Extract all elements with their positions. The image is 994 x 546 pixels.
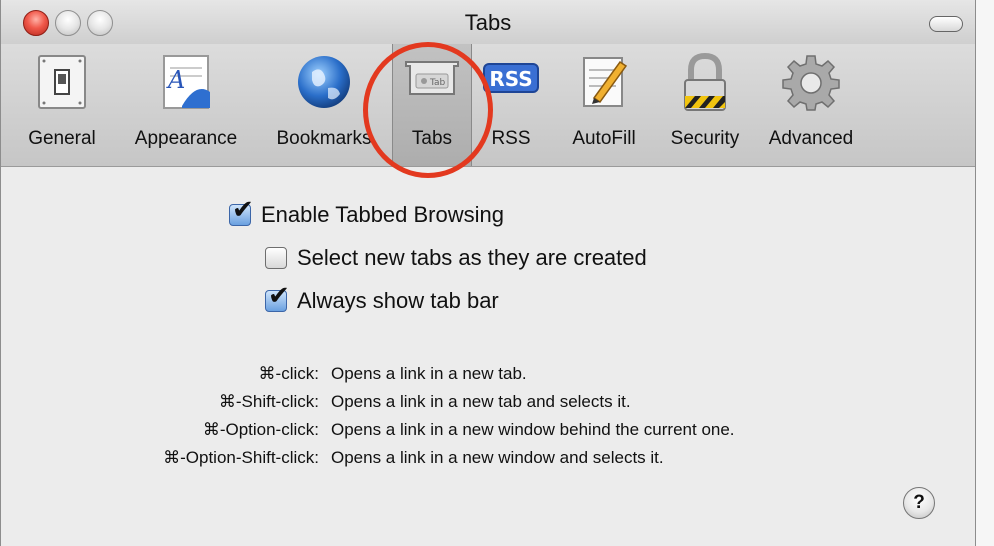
shortcut-description: Opens a link in a new window and selects… xyxy=(331,448,664,467)
tab-bookmarks-label: Bookmarks xyxy=(276,128,372,149)
tab-appearance-label: Appearance xyxy=(134,128,238,149)
tab-icon: Tab xyxy=(405,61,459,95)
preferences-toolbar: General A Appearance Bookmarks Tab Tabs … xyxy=(1,44,975,167)
gear-icon xyxy=(782,55,840,111)
pencil-form-icon xyxy=(583,57,628,107)
enable-tabbed-browsing-row[interactable]: ✔ Enable Tabbed Browsing xyxy=(229,197,504,229)
enable-tabbed-browsing-label: Enable Tabbed Browsing xyxy=(261,202,504,227)
help-button[interactable]: ? xyxy=(903,487,935,519)
globe-icon xyxy=(298,56,350,108)
tab-security[interactable]: Security xyxy=(655,44,755,166)
tab-advanced-label: Advanced xyxy=(768,128,854,149)
title-bar[interactable]: Tabs xyxy=(1,0,975,45)
tab-appearance[interactable]: A Appearance xyxy=(121,44,251,166)
tab-bookmarks[interactable]: Bookmarks xyxy=(263,44,385,166)
always-show-tab-bar-checkbox[interactable]: ✔ xyxy=(265,283,290,312)
rss-icon-text: RSS xyxy=(489,67,532,91)
shortcut-row: ⌘-Shift-click: Opens a link in a new tab… xyxy=(1,392,975,418)
shortcut-key: ⌘-Shift-click: xyxy=(218,392,319,411)
tab-security-label: Security xyxy=(670,128,740,149)
tab-tabs[interactable]: Tab Tabs xyxy=(392,44,472,166)
rss-icon: RSS xyxy=(483,63,539,93)
select-new-tabs-row[interactable]: Select new tabs as they are created xyxy=(265,244,647,272)
toolbar-toggle-button[interactable] xyxy=(929,16,963,32)
shortcut-key: ⌘-Option-Shift-click: xyxy=(163,448,319,467)
preferences-window: Tabs General A Appearance Bookmarks Tab … xyxy=(0,0,976,546)
shortcut-row: ⌘-Option-Shift-click: Opens a link in a … xyxy=(1,448,975,474)
tab-rss-label: RSS xyxy=(491,128,531,149)
window-title: Tabs xyxy=(464,10,512,35)
tab-general-label: General xyxy=(28,128,96,149)
shortcut-key: ⌘-click: xyxy=(258,364,319,383)
tab-icon-text: Tab xyxy=(429,78,446,88)
tab-advanced[interactable]: Advanced xyxy=(759,44,863,166)
select-new-tabs-checkbox[interactable] xyxy=(265,247,287,269)
tab-autofill[interactable]: AutoFill xyxy=(555,44,653,166)
shortcut-key: ⌘-Option-click: xyxy=(202,420,319,439)
always-show-tab-bar-label: Always show tab bar xyxy=(297,288,499,313)
svg-text:A: A xyxy=(166,66,185,94)
always-show-tab-bar-row[interactable]: ✔ Always show tab bar xyxy=(265,283,499,315)
light-switch-icon xyxy=(38,55,86,109)
tab-autofill-label: AutoFill xyxy=(572,128,636,149)
tabs-preferences-pane: ✔ Enable Tabbed Browsing Select new tabs… xyxy=(1,167,975,546)
checkmark-icon: ✔ xyxy=(268,281,290,311)
background-window-edge xyxy=(975,0,994,546)
tab-general[interactable]: General xyxy=(15,44,109,166)
font-document-icon: A xyxy=(163,55,210,109)
shortcut-description: Opens a link in a new tab. xyxy=(331,364,527,383)
enable-tabbed-browsing-checkbox[interactable]: ✔ xyxy=(229,197,254,226)
checkmark-icon: ✔ xyxy=(232,195,254,225)
tab-tabs-label: Tabs xyxy=(411,128,453,149)
shortcut-row: ⌘-click: Opens a link in a new tab. xyxy=(1,364,975,390)
shortcut-description: Opens a link in a new window behind the … xyxy=(331,420,735,439)
tab-rss[interactable]: RSS RSS xyxy=(477,44,545,166)
shortcut-description: Opens a link in a new tab and selects it… xyxy=(331,392,631,411)
select-new-tabs-label: Select new tabs as they are created xyxy=(297,245,647,270)
shortcut-row: ⌘-Option-click: Opens a link in a new wi… xyxy=(1,420,975,446)
padlock-icon xyxy=(684,52,726,111)
